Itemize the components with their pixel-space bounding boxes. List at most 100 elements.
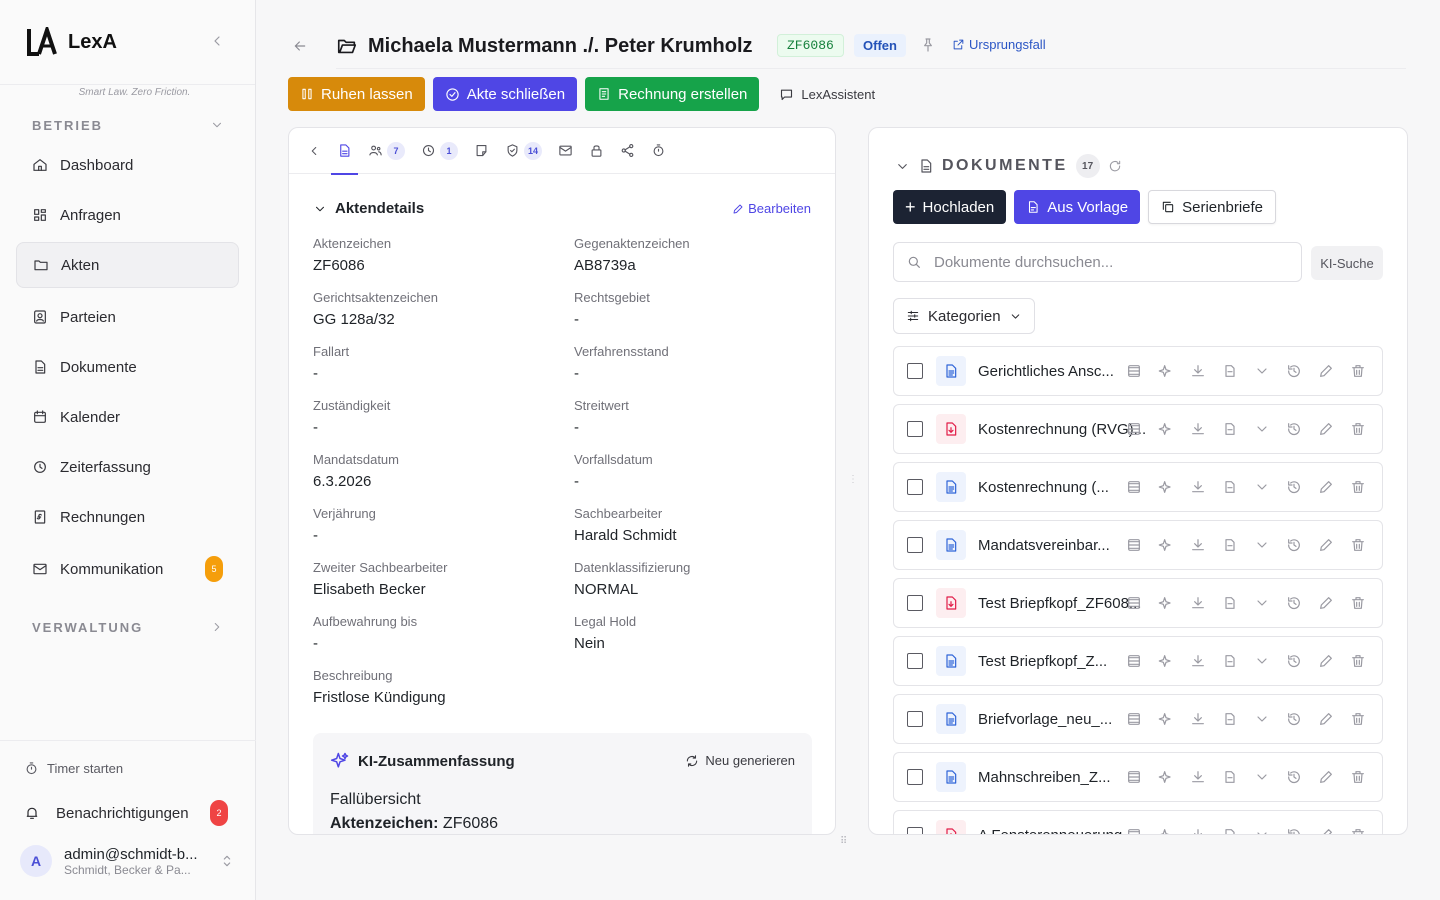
sparkles-icon[interactable] [1158,711,1174,727]
sparkles-icon[interactable] [1158,479,1174,495]
document-row[interactable]: A Fensterenneuerung [893,810,1383,835]
document-name[interactable]: Mandatsvereinbar... [978,537,1118,554]
chevron-down-icon[interactable] [1254,537,1270,553]
tab-timer[interactable] [651,128,666,174]
download-icon[interactable] [1190,769,1206,785]
chevron-down-icon[interactable] [1254,711,1270,727]
document-checkbox[interactable] [907,537,923,553]
document-row[interactable]: Gerichtliches Ansc... [893,346,1383,396]
tab-access[interactable] [589,128,604,174]
sidebar-item-dashboard[interactable]: Dashboard [16,142,239,188]
document-checkbox[interactable] [907,711,923,727]
document-checkbox[interactable] [907,363,923,379]
refresh-icon[interactable] [1108,159,1122,173]
document-checkbox[interactable] [907,827,923,834]
trash-icon[interactable] [1350,653,1366,669]
convert-icon[interactable] [1222,421,1238,437]
document-row[interactable]: Briefvorlage_neu_... [893,694,1383,744]
tab-details[interactable] [331,128,358,175]
document-checkbox[interactable] [907,653,923,669]
lexa-logo[interactable] [26,27,58,57]
convert-icon[interactable] [1222,595,1238,611]
convert-icon[interactable] [1222,479,1238,495]
document-checkbox[interactable] [907,479,923,495]
origin-case-link[interactable]: Ursprungsfall [952,37,1046,52]
create-invoice-button[interactable]: Rechnung erstellen [585,77,760,111]
document-name[interactable]: Gerichtliches Ansc... [978,363,1118,380]
serial-letters-button[interactable]: Serienbriefe [1148,190,1277,224]
convert-icon[interactable] [1222,537,1238,553]
download-icon[interactable] [1190,653,1206,669]
convert-icon[interactable] [1222,711,1238,727]
history-icon[interactable] [1286,711,1302,727]
download-icon[interactable] [1190,363,1206,379]
document-row[interactable]: Test Briepfkopf_Z... [893,636,1383,686]
sparkles-icon[interactable] [1158,653,1174,669]
regenerate-button[interactable]: Neu generieren [685,753,795,768]
sidebar-item-akten[interactable]: Akten [16,242,239,288]
stack-icon[interactable] [1126,769,1142,785]
document-name[interactable]: A Fensterenneuerung [978,827,1148,835]
chevron-down-icon[interactable] [1254,653,1270,669]
upload-button[interactable]: + Hochladen [893,190,1007,224]
convert-icon[interactable] [1222,769,1238,785]
tab-share[interactable] [620,128,635,174]
document-row[interactable]: Mandatsvereinbar... [893,520,1383,570]
trash-icon[interactable] [1350,711,1366,727]
sidebar-item-rechnungen[interactable]: Rechnungen [16,494,239,540]
sparkles-icon[interactable] [1158,769,1174,785]
pencil-icon[interactable] [1318,537,1334,553]
history-icon[interactable] [1286,363,1302,379]
trash-icon[interactable] [1350,595,1366,611]
collapse-sidebar-icon[interactable] [209,33,227,51]
sparkles-icon[interactable] [1158,595,1174,611]
categories-dropdown[interactable]: Kategorien [893,298,1035,334]
pencil-icon[interactable] [1318,421,1334,437]
convert-icon[interactable] [1222,653,1238,669]
document-row[interactable]: Kostenrechnung (RVG)... [893,404,1383,454]
history-icon[interactable] [1286,421,1302,437]
chevron-down-icon[interactable] [1254,363,1270,379]
document-row[interactable]: Test Briepfkopf_ZF608... [893,578,1383,628]
timer-start-button[interactable]: Timer starten [24,761,123,776]
trash-icon[interactable] [1350,421,1366,437]
sparkles-icon[interactable] [1158,363,1174,379]
stack-icon[interactable] [1126,363,1142,379]
chevron-down-icon[interactable] [1254,479,1270,495]
document-row[interactable]: Kostenrechnung (... [893,462,1383,512]
chevron-down-icon[interactable] [1254,769,1270,785]
document-name[interactable]: Briefvorlage_neu_... [978,711,1118,728]
sidebar-item-zeiterfassung[interactable]: Zeiterfassung [16,444,239,490]
trash-icon[interactable] [1350,363,1366,379]
lexassistent-button[interactable]: LexAssistent [767,77,887,111]
chevron-down-icon[interactable] [1254,827,1270,834]
section-verwaltung[interactable]: VERWALTUNG [0,612,256,642]
stack-icon[interactable] [1126,653,1142,669]
download-icon[interactable] [1190,421,1206,437]
stack-icon[interactable] [1126,537,1142,553]
notifications-button[interactable]: Benachrichtigungen 2 [24,799,234,827]
pencil-icon[interactable] [1318,711,1334,727]
pencil-icon[interactable] [1318,827,1334,834]
pencil-icon[interactable] [1318,769,1334,785]
document-name[interactable]: Kostenrechnung (RVG)... [978,421,1148,438]
stack-icon[interactable] [1126,421,1142,437]
sidebar-item-kalender[interactable]: Kalender [16,394,239,440]
trash-icon[interactable] [1350,769,1366,785]
document-search[interactable] [893,242,1302,282]
tab-parties[interactable]: 7 [368,128,405,174]
pencil-icon[interactable] [1318,479,1334,495]
convert-icon[interactable] [1222,363,1238,379]
history-icon[interactable] [1286,653,1302,669]
pencil-icon[interactable] [1318,363,1334,379]
document-checkbox[interactable] [907,769,923,785]
stack-icon[interactable] [1126,595,1142,611]
back-arrow-icon[interactable] [292,38,308,59]
trash-icon[interactable] [1350,537,1366,553]
section-betrieb[interactable]: BETRIEB [0,110,256,140]
tab-security[interactable]: 14 [505,128,543,174]
document-name[interactable]: Mahnschreiben_Z... [978,769,1118,786]
download-icon[interactable] [1190,711,1206,727]
pencil-icon[interactable] [1318,595,1334,611]
search-input[interactable] [934,253,1274,271]
